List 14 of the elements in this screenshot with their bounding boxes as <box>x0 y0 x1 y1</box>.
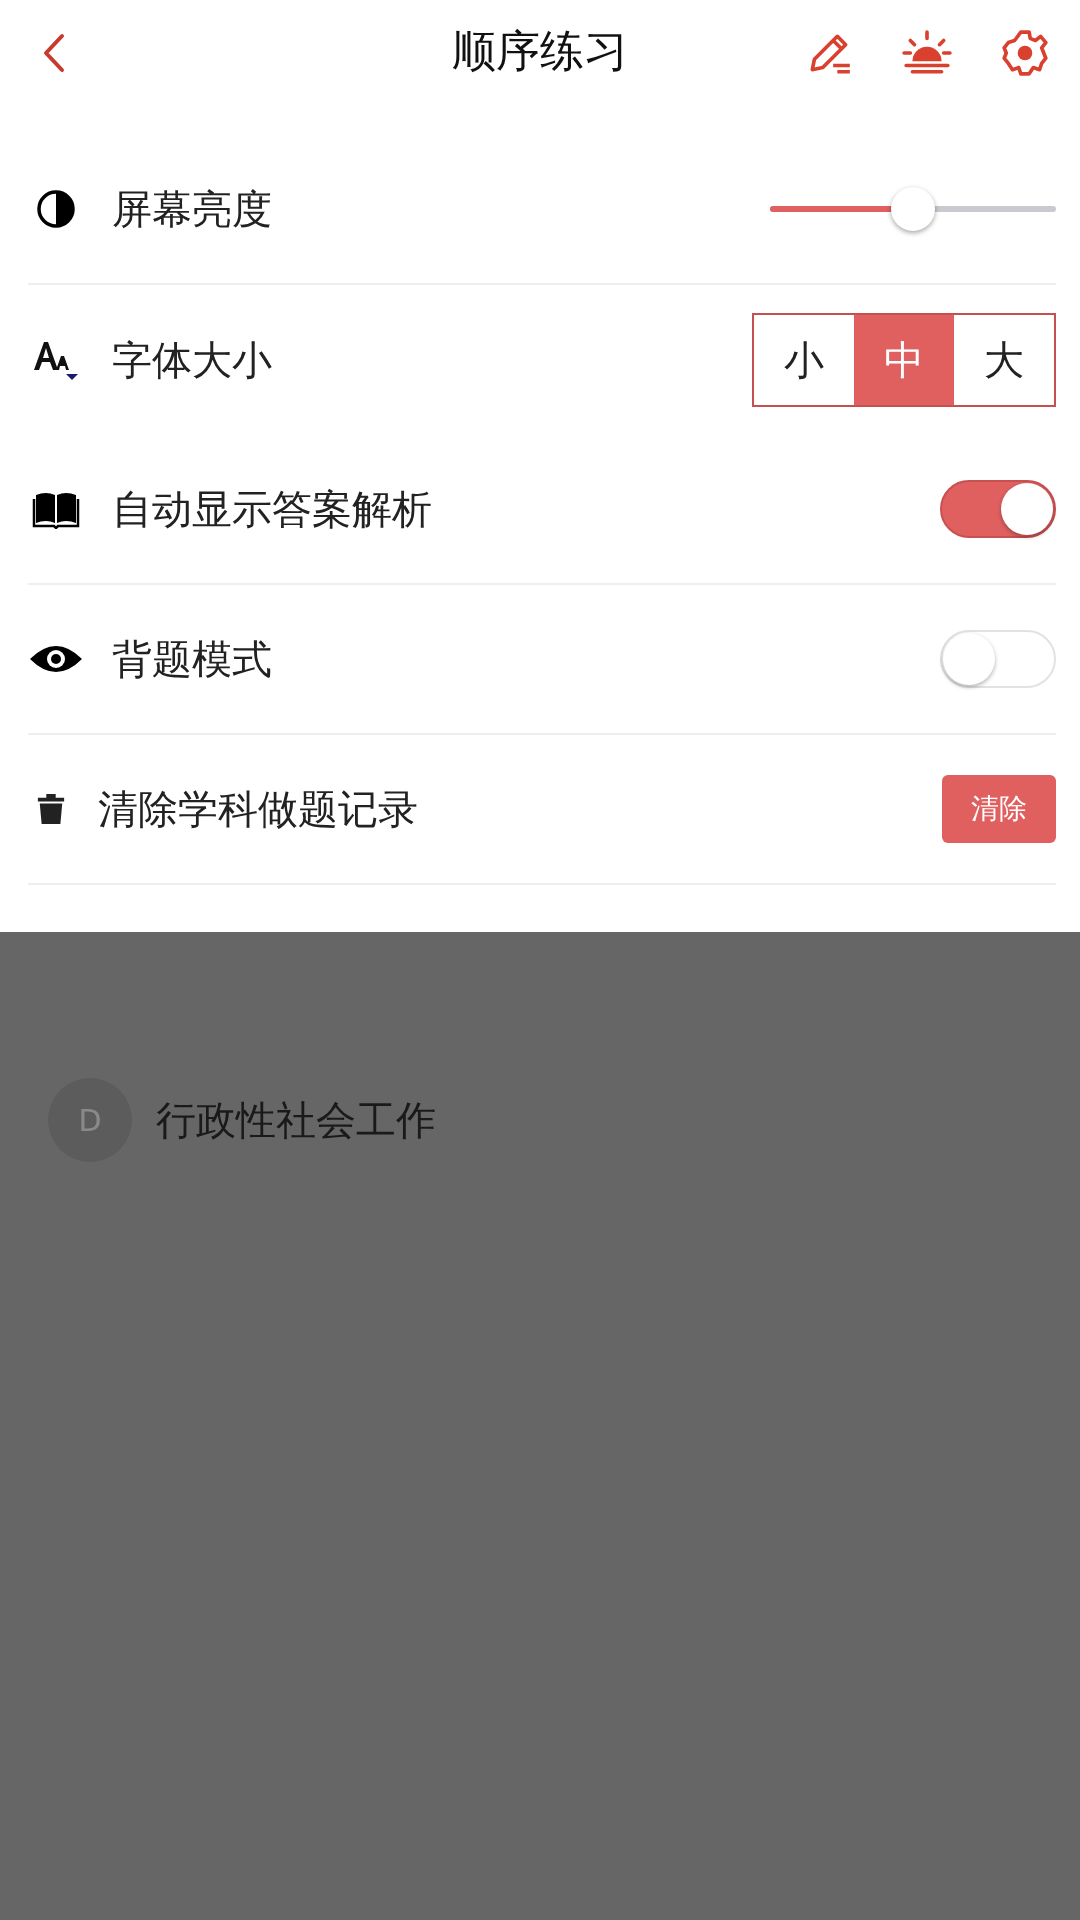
setting-label: 背题模式 <box>112 634 272 684</box>
setting-label: 清除学科做题记录 <box>98 784 418 834</box>
setting-label: 自动显示答案解析 <box>112 484 432 534</box>
brightness-slider[interactable] <box>770 186 1056 232</box>
setting-label: 屏幕亮度 <box>112 184 272 234</box>
trash-icon <box>36 792 66 826</box>
setting-label: 字体大小 <box>112 335 272 385</box>
font-size-option[interactable]: 中 <box>854 315 954 405</box>
clear-button[interactable]: 清除 <box>942 775 1056 843</box>
page-title: 顺序练习 <box>452 24 628 78</box>
settings-icon[interactable] <box>1000 27 1050 78</box>
toggle-switch[interactable] <box>940 480 1056 538</box>
back-icon[interactable] <box>42 32 66 73</box>
option-text: 行政性社会工作 <box>156 1095 436 1145</box>
